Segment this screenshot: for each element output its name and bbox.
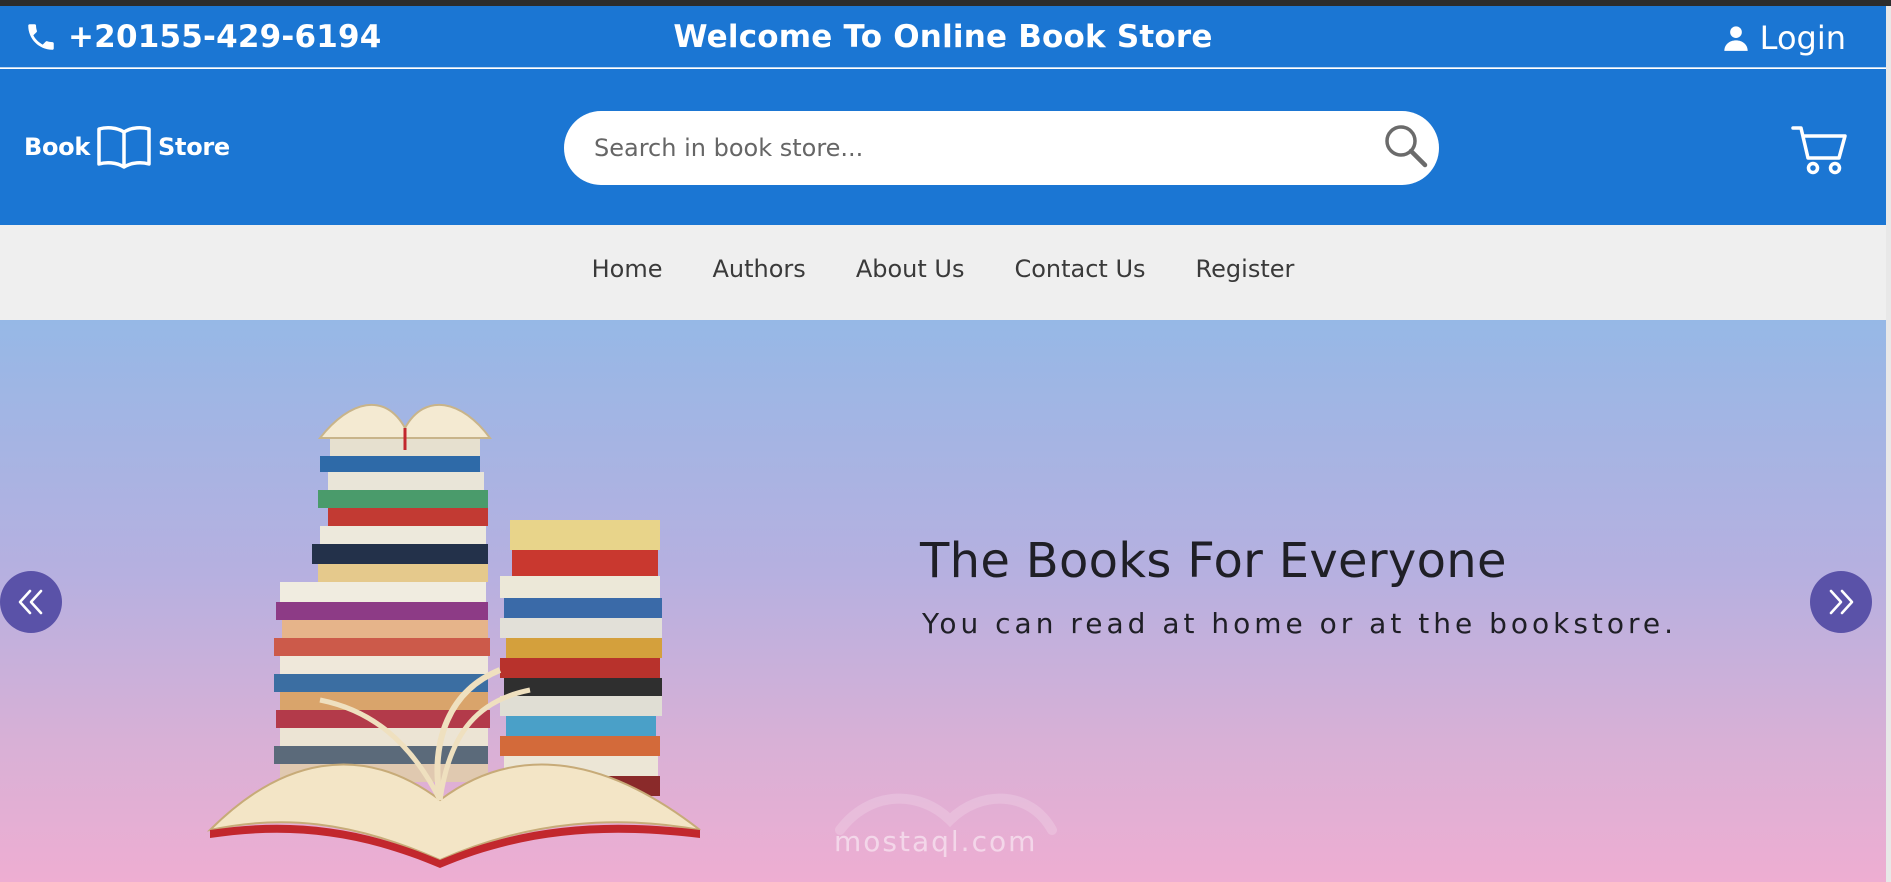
watermark-text: mostaql.com xyxy=(834,825,1038,858)
search-input[interactable] xyxy=(594,111,1334,185)
nav-item-home[interactable]: Home xyxy=(592,255,663,283)
header: Book Store xyxy=(0,69,1886,225)
scrollbar[interactable] xyxy=(1886,6,1891,882)
book-stack-image xyxy=(206,403,701,868)
hero-slider: mostaql.com The Books For Everyone You c… xyxy=(0,320,1886,882)
user-icon xyxy=(1724,26,1748,51)
site-logo[interactable]: Book Store xyxy=(24,124,230,170)
login-label: Login xyxy=(1759,19,1846,57)
cart-icon[interactable] xyxy=(1791,124,1847,176)
logo-word-book: Book xyxy=(24,133,91,161)
nav-item-register[interactable]: Register xyxy=(1196,255,1295,283)
right-book-stack xyxy=(500,520,662,796)
login-link[interactable]: Login xyxy=(1722,19,1846,57)
main-nav: Home Authors About Us Contact Us Registe… xyxy=(0,225,1886,320)
nav-item-about-us[interactable]: About Us xyxy=(856,255,965,283)
nav-item-contact-us[interactable]: Contact Us xyxy=(1014,255,1145,283)
slider-prev-button[interactable] xyxy=(0,571,62,633)
welcome-text: Welcome To Online Book Store xyxy=(673,19,1213,55)
search-bar xyxy=(564,111,1439,185)
top-bar: +20155-429-6194 Welcome To Online Book S… xyxy=(0,6,1886,68)
logo-word-store: Store xyxy=(158,133,230,161)
left-book-stack xyxy=(274,438,490,782)
nav-item-authors[interactable]: Authors xyxy=(713,255,806,283)
chevrons-left-icon xyxy=(18,589,43,615)
hero-subtitle: You can read at home or at the bookstore… xyxy=(922,607,1678,640)
slider-next-button[interactable] xyxy=(1810,571,1872,633)
search-icon[interactable] xyxy=(1381,121,1429,169)
open-book-icon xyxy=(97,126,151,169)
hero-title: The Books For Everyone xyxy=(920,533,1507,589)
chevrons-right-icon xyxy=(1829,589,1854,615)
